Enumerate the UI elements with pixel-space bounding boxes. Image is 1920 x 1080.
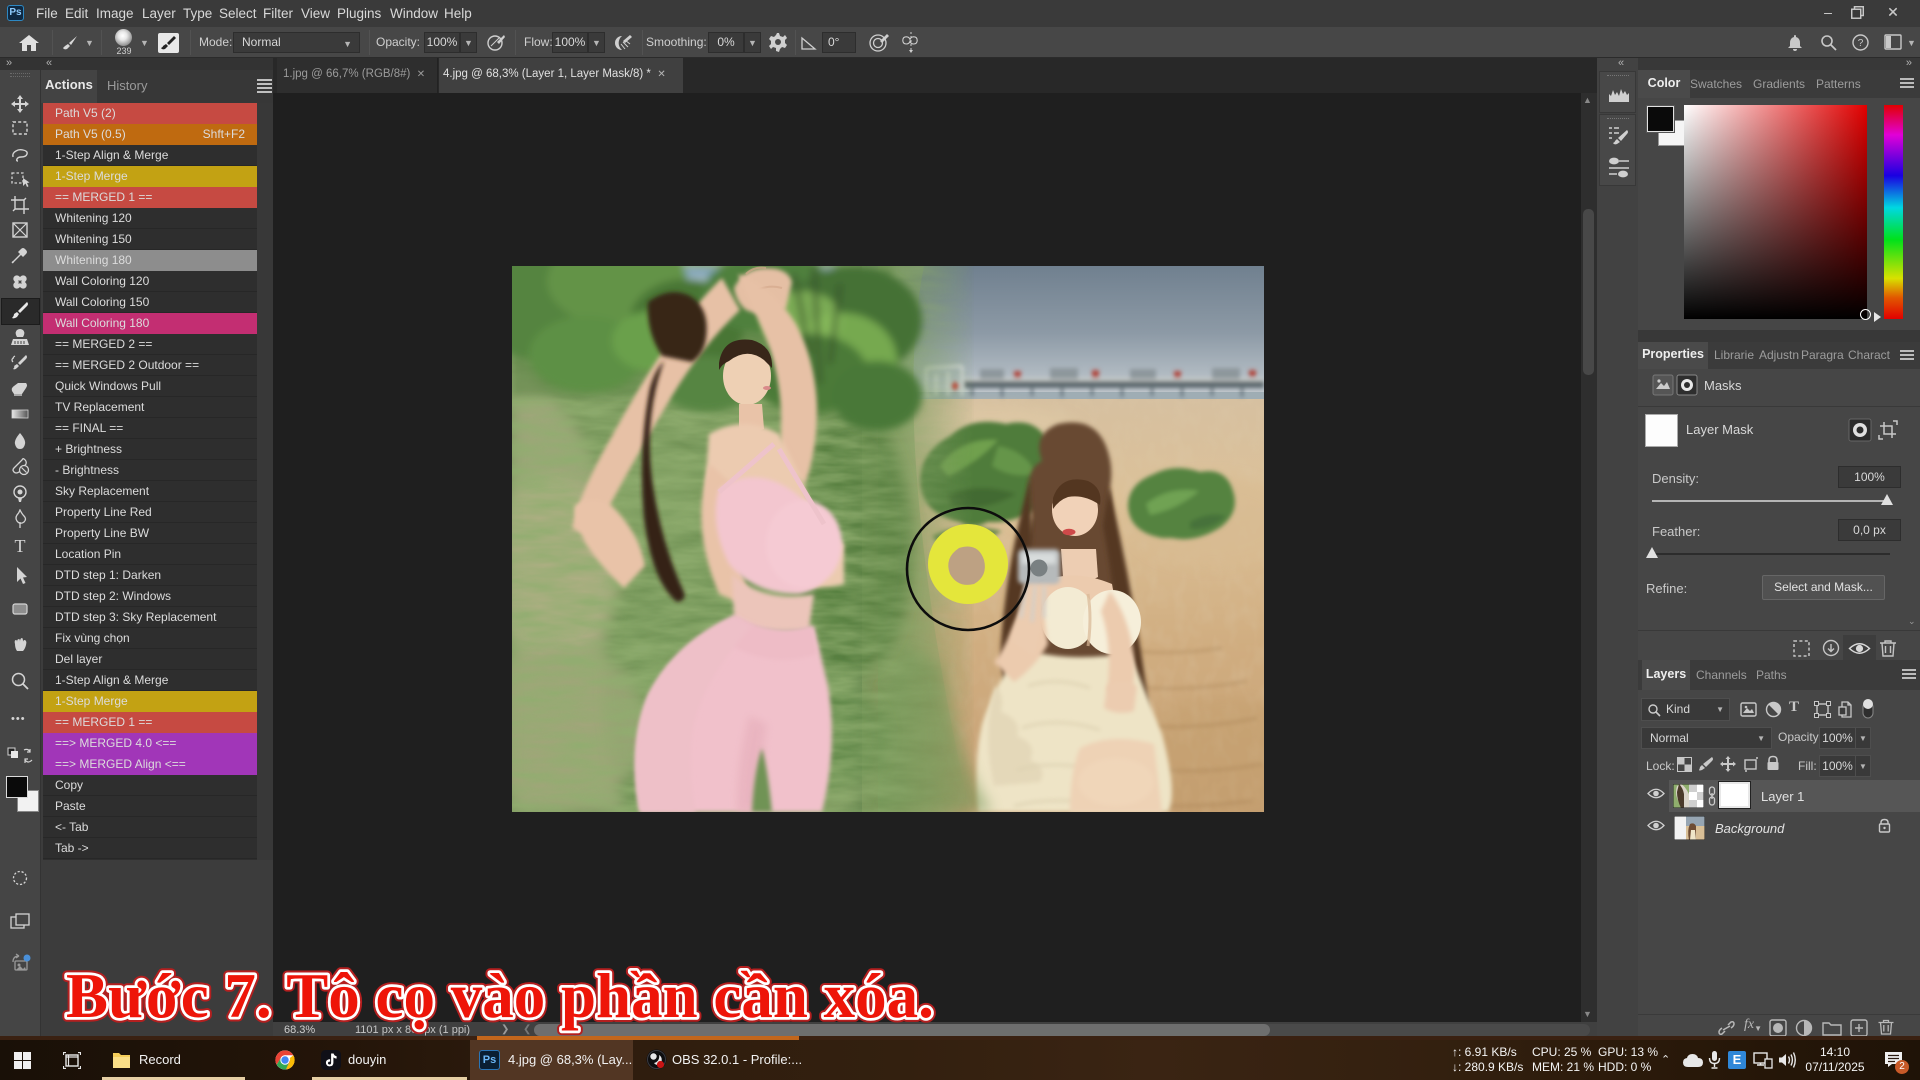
svg-text:?: ? [1858, 38, 1864, 49]
svg-text:Bước 7. Tô cọ vào phần cần xóa: Bước 7. Tô cọ vào phần cần xóa. [66, 961, 934, 1031]
svg-text:T: T [15, 536, 26, 556]
